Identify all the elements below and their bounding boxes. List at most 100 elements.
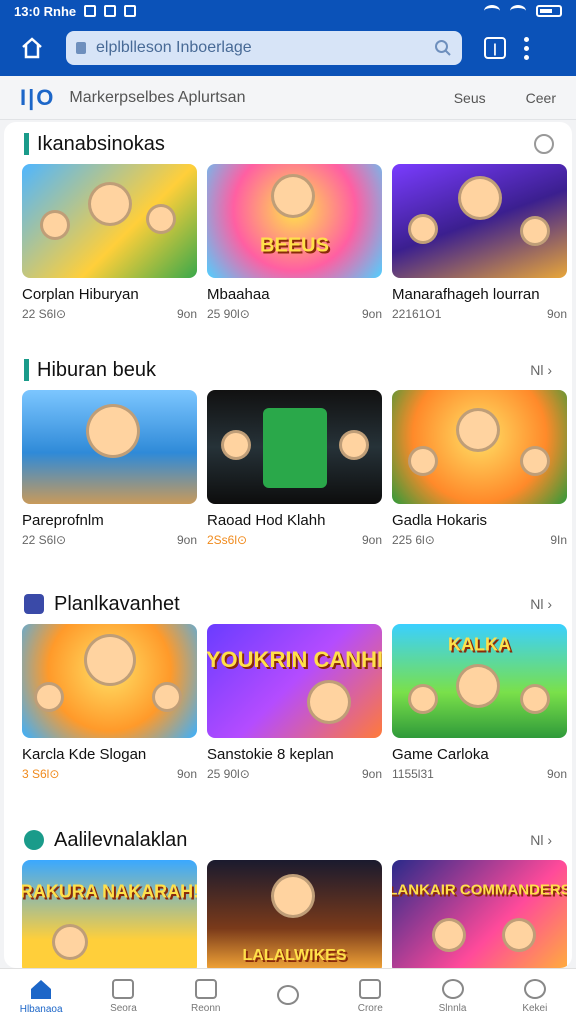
game-thumbnail: [392, 390, 567, 504]
game-title: Raoad Hod Klahh: [207, 512, 326, 529]
character-art: [84, 634, 136, 686]
search-icon[interactable]: [434, 39, 452, 57]
nav-info[interactable]: [247, 969, 329, 1024]
status-icons: [84, 5, 137, 17]
game-card[interactable]: KALKA Game Carloka 1155l31 9on: [392, 624, 567, 781]
nav-recent[interactable]: Reonn: [165, 969, 247, 1024]
nav-home[interactable]: Hlbanaoa: [0, 969, 82, 1024]
game-meta-right: 9In: [550, 533, 567, 547]
section-4: Aalilevnalaklan Nl › RAKURA NAKARAH! LAL…: [4, 820, 572, 968]
game-meta-right: 9on: [176, 533, 197, 547]
game-title: Sanstokie 8 keplan: [207, 746, 334, 763]
game-meta-right: 9on: [361, 307, 382, 321]
url-row: elplblleson Inboerlage |: [0, 28, 576, 68]
section-1: Ikanabsinokas Corplan Hiburyan 22 S6l⊙ 9o…: [4, 124, 572, 321]
character-art: [456, 664, 500, 708]
game-thumbnail: [392, 164, 567, 278]
character-art: [456, 408, 500, 452]
see-more-link[interactable]: Nl ›: [530, 832, 552, 848]
game-card[interactable]: Gadla Hokaris 225 6l⊙ 9In: [392, 390, 567, 547]
nav-profile[interactable]: Kekei: [494, 969, 576, 1024]
game-meta: 22 S6l⊙: [22, 307, 67, 321]
game-logo: LALALWIKES: [242, 946, 347, 964]
character-art: [408, 214, 438, 244]
section-2: Hiburan beuk Nl › Pareprofnlm 22 S6l⊙ 9on…: [4, 350, 572, 547]
game-meta: 25 90l⊙: [207, 767, 250, 781]
status-time: 13:0 Rnhe: [14, 3, 77, 19]
game-title: Gadla Hokaris: [392, 512, 488, 529]
game-meta-right: 9on: [361, 533, 382, 547]
site-logo[interactable]: I|O: [20, 85, 55, 111]
status-right: [484, 5, 562, 17]
game-card[interactable]: Pareprofnlm 22 S6l⊙ 9on: [22, 390, 197, 547]
game-card[interactable]: LANKAIR COMMANDERS: [392, 860, 567, 968]
game-title: Mbaahaa: [207, 286, 270, 303]
character-art: [520, 446, 550, 476]
tabs-button[interactable]: |: [484, 37, 506, 59]
nav-label: Slnnla: [438, 1003, 467, 1014]
character-art: [502, 918, 536, 952]
nav-label: Kekei: [522, 1003, 548, 1014]
menu-dot: [524, 54, 529, 60]
game-title: Karcla Kde Slogan: [22, 746, 147, 763]
character-art: [307, 680, 351, 724]
game-thumbnail: [22, 164, 197, 278]
game-card[interactable]: BEEUS Mbaahaa 25 90l⊙ 9on: [207, 164, 382, 321]
wifi-icon: [510, 5, 526, 17]
battery-icon: [536, 5, 562, 17]
info-icon: [276, 984, 299, 1005]
character-art: [146, 204, 176, 234]
device-art: [263, 408, 327, 488]
character-art: [339, 430, 369, 460]
home-icon: [31, 980, 52, 999]
send-icon: [104, 5, 117, 17]
section-3: Planlkavanhet Nl › Karcla Kde Slogan 3 S…: [4, 584, 572, 781]
profile-icon: [523, 979, 546, 999]
message-icon: [124, 5, 137, 17]
game-meta: 25 90l⊙: [207, 307, 250, 321]
header-link-1[interactable]: Seus: [454, 90, 486, 106]
folder-icon: [194, 979, 217, 999]
game-card[interactable]: LALALWIKES: [207, 860, 382, 968]
game-meta: 225 6l⊙: [392, 533, 435, 547]
game-logo: LANKAIR COMMANDERS: [392, 881, 567, 899]
game-title: Manarafhageh lourran: [392, 286, 540, 303]
nav-search[interactable]: Seora: [82, 969, 164, 1024]
game-card[interactable]: RAKURA NAKARAH!: [22, 860, 197, 968]
signal-icon: [484, 5, 500, 17]
game-card[interactable]: Manarafhageh lourran 22161O1 9on: [392, 164, 567, 321]
game-card[interactable]: Raoad Hod Klahh 2Ss6l⊙ 9on: [207, 390, 382, 547]
overflow-menu-button[interactable]: [524, 36, 530, 60]
character-art: [271, 874, 315, 918]
game-title: Pareprofnlm: [22, 512, 104, 529]
game-thumbnail: RAKURA NAKARAH!: [22, 860, 197, 968]
section-icon: [24, 830, 44, 850]
character-art: [408, 446, 438, 476]
nav-label: Seora: [110, 1003, 137, 1014]
site-title: Markerpselbes Aplurtsan: [69, 88, 246, 106]
header-link-2[interactable]: Ceer: [526, 90, 556, 106]
section-title: Ikanabsinokas: [37, 132, 165, 155]
info-icon[interactable]: [534, 134, 554, 154]
game-card[interactable]: Karcla Kde Slogan 3 S6l⊙ 9on: [22, 624, 197, 781]
site-header: I|O Markerpselbes Aplurtsan Seus Ceer: [0, 76, 576, 120]
address-bar[interactable]: elplblleson Inboerlage: [66, 31, 462, 65]
see-more-link[interactable]: Nl ›: [530, 362, 552, 378]
character-art: [152, 682, 182, 712]
game-meta: 1155l31: [392, 767, 434, 781]
section-marker: [24, 133, 29, 155]
nav-store[interactable]: Crore: [329, 969, 411, 1024]
section-title: Aalilevnalaklan: [54, 828, 188, 851]
game-meta: 2Ss6l⊙: [207, 533, 248, 547]
list-icon: [112, 979, 135, 999]
game-meta-right: 9on: [546, 307, 567, 321]
nav-social[interactable]: Slnnla: [411, 969, 493, 1024]
see-more-link[interactable]: Nl ›: [530, 596, 552, 612]
game-card[interactable]: YOUKRIN CANHI Sanstokie 8 keplan 25 90l⊙…: [207, 624, 382, 781]
home-button[interactable]: [12, 28, 52, 68]
character-art: [221, 430, 251, 460]
character-art: [86, 404, 140, 458]
game-card[interactable]: Corplan Hiburyan 22 S6l⊙ 9on: [22, 164, 197, 321]
game-thumbnail: BEEUS: [207, 164, 382, 278]
game-thumbnail: YOUKRIN CANHI: [207, 624, 382, 738]
